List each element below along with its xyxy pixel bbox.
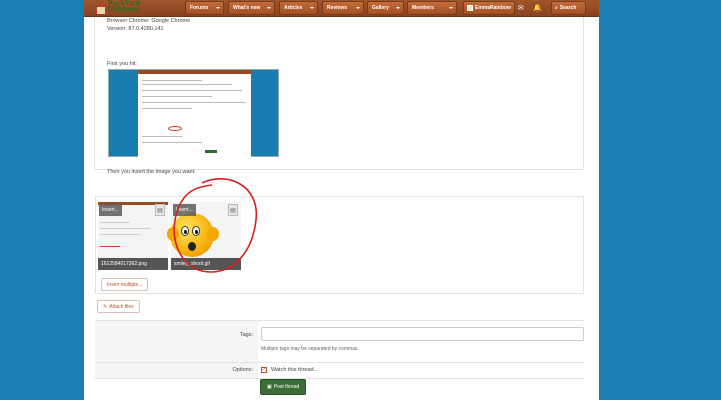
tags-label: Tags: (239, 332, 253, 338)
attach-files-label: Attach files (109, 303, 134, 310)
chevron-down-icon (310, 7, 314, 9)
nav-forums[interactable]: Forums (185, 1, 224, 15)
search-label: Search (559, 5, 577, 11)
bell-icon[interactable]: 🔔 (533, 1, 542, 15)
chevron-down-icon (449, 7, 453, 9)
chevron-down-icon (216, 7, 220, 9)
nav-articles[interactable]: Articles (279, 1, 318, 15)
options-label: Options: (232, 367, 253, 373)
tags-hint: Multiple tags may be separated by commas… (261, 346, 359, 352)
nav-reviews[interactable]: Reviews (322, 1, 364, 15)
attach-files-button[interactable]: ✎ Attach files (97, 300, 140, 313)
barn-icon (94, 2, 108, 14)
nav-label: Forums (190, 5, 209, 11)
nav-members[interactable]: Members (407, 1, 457, 15)
inbox-icon[interactable]: ✉ (518, 1, 524, 15)
version-line: Version: 87.0.4280.141 (107, 26, 164, 32)
paperclip-icon: ✎ (103, 303, 108, 310)
post-thread-label: Post thread (273, 384, 300, 390)
search-icon: ⌕ (555, 5, 558, 11)
chevron-down-icon (396, 7, 400, 9)
nav-whats-new[interactable]: What's new (228, 1, 275, 15)
user-menu-button[interactable]: EmmaRainbow (463, 1, 515, 15)
submit-row (95, 378, 584, 400)
first-line: First you hit: (107, 61, 137, 67)
search-button[interactable]: ⌕ Search (551, 1, 586, 15)
delete-icon[interactable]: ▤ (155, 204, 165, 216)
insert-label: Insert... (102, 207, 119, 213)
logo-text-2: Chickens (108, 6, 139, 13)
watch-checkbox[interactable]: ✓ (261, 367, 267, 373)
insert-multiple-button[interactable]: Insert multiple... (101, 278, 149, 291)
nav-label: Articles (284, 5, 303, 11)
chevron-down-icon (267, 7, 271, 9)
tags-input[interactable] (261, 327, 584, 341)
nav-gallery[interactable]: Gallery (367, 1, 404, 15)
save-icon: ▣ (267, 384, 272, 390)
attachments-box (95, 196, 584, 294)
nav-label: Reviews (327, 5, 348, 11)
nav-label: Members (412, 5, 434, 11)
browser-line: Browser:Chrome: Google Chrome (107, 18, 191, 24)
post-thread-button[interactable]: ▣ Post thread (260, 379, 307, 395)
red-annotation-circle (173, 178, 257, 273)
insert-multiple-label: Insert multiple... (107, 281, 143, 288)
insert-attachment-button[interactable]: Insert... (99, 204, 122, 216)
embedded-screenshot[interactable] (108, 69, 279, 158)
attachment-filename: 1612584017362.png (98, 258, 168, 270)
nav-label: Gallery (372, 5, 389, 11)
chevron-down-icon (356, 7, 360, 9)
filename-text: 1612584017362.png (101, 261, 147, 267)
avatar (467, 5, 473, 11)
username: EmmaRainbow (475, 5, 511, 11)
nav-label: What's new (233, 5, 261, 11)
watch-label: Watch this thread... (271, 367, 319, 373)
site-logo[interactable]: BackYard Chickens (92, 0, 142, 17)
